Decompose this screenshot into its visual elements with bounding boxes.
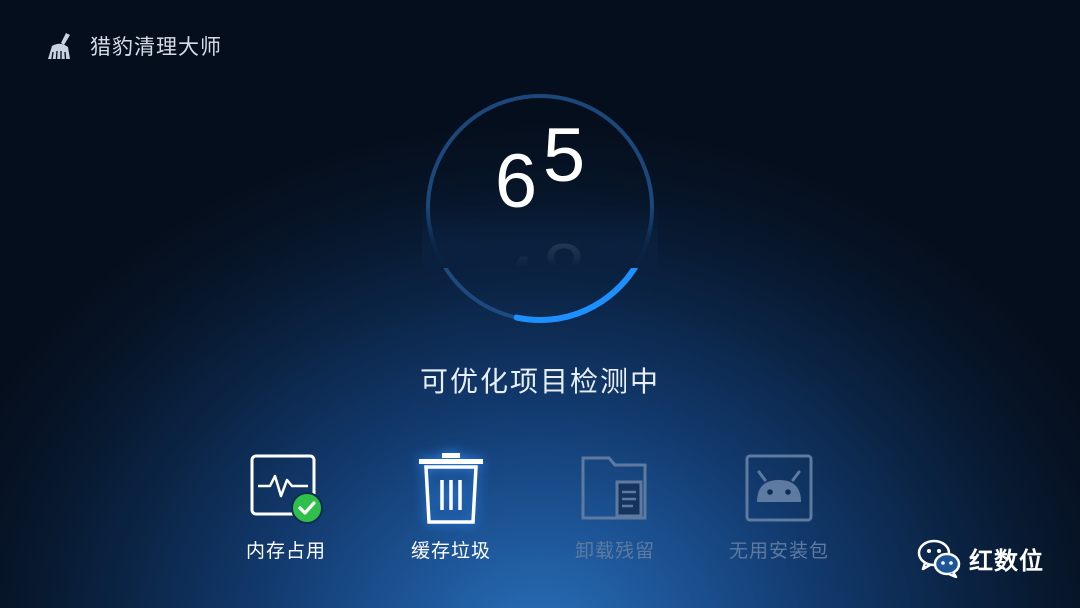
counter-digit: 5 [542, 128, 586, 198]
scan-item-label: 卸载残留 [574, 540, 655, 562]
scan-counter: 6 4 5 8 [422, 128, 658, 268]
wechat-icon [917, 539, 961, 578]
counter-digit-next: 8 [541, 234, 587, 269]
scan-item-label: 内存占用 [245, 540, 326, 562]
broom-icon [48, 33, 70, 60]
folder-document-icon [581, 456, 647, 520]
counter-digit-next: 4 [493, 246, 539, 269]
android-package-icon [745, 454, 813, 522]
scan-item-cache[interactable]: 缓存垃圾 [376, 452, 526, 563]
counter-digit: 6 [494, 139, 538, 224]
trash-can-icon [419, 453, 483, 524]
app-header: 猎豹清理大师 [44, 30, 222, 62]
scan-item-unused-packages[interactable]: 无用安装包 [704, 452, 854, 563]
app-title: 猎豹清理大师 [90, 35, 222, 59]
scan-item-memory[interactable]: 内存占用 [211, 452, 361, 563]
scan-progress-ring: 6 4 5 8 [422, 90, 658, 326]
scan-screen: 猎豹清理大师 6 4 5 8 可优化项目检测中 [0, 0, 1080, 608]
scan-status-text: 可优化项目检测中 [419, 365, 660, 398]
watermark-text: 红数位 [969, 546, 1044, 575]
memory-monitor-icon [250, 454, 323, 524]
scan-item-uninstall-residue[interactable]: 卸载残留 [540, 452, 690, 563]
scan-item-label: 缓存垃圾 [410, 540, 491, 562]
scan-item-label: 无用安装包 [728, 540, 829, 562]
watermark: 红数位 [917, 538, 1044, 578]
